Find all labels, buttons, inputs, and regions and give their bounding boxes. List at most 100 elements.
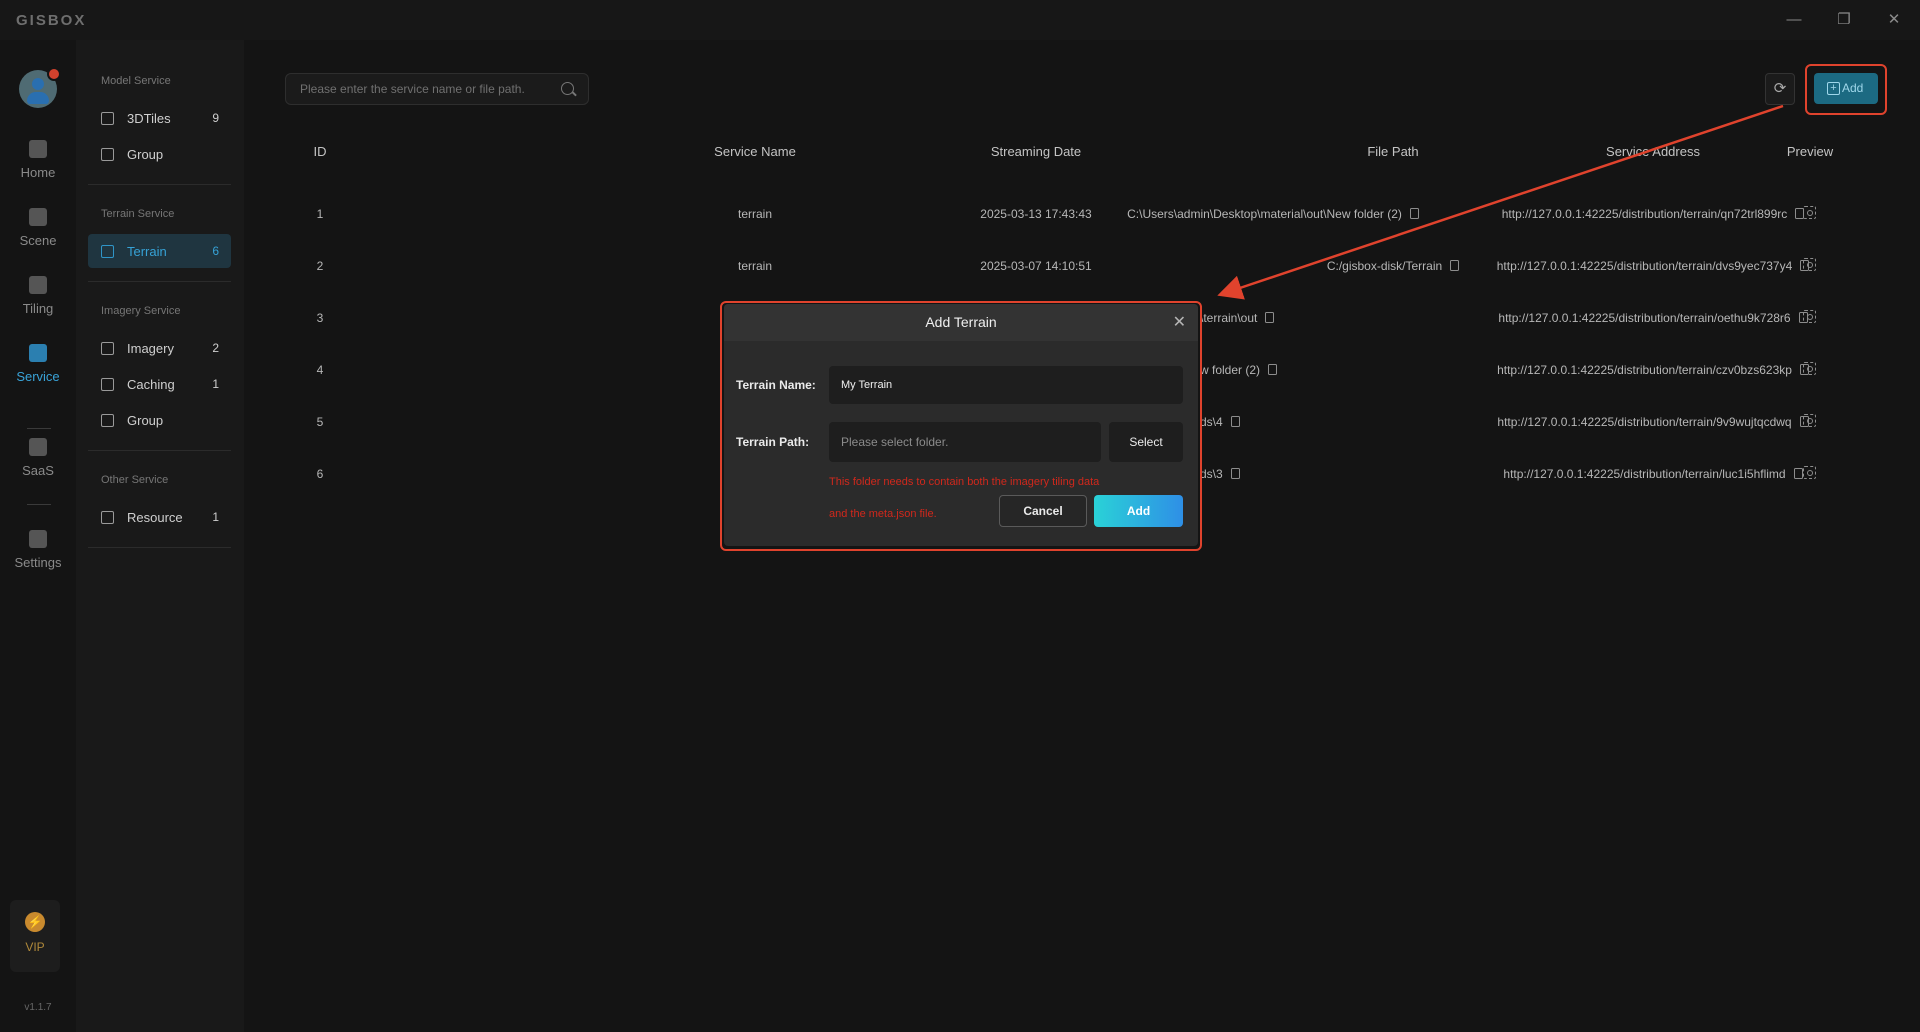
- nav-service[interactable]: Service: [0, 344, 76, 404]
- sidebar-item-label: Imagery: [127, 341, 174, 356]
- sidebar-item-terrain[interactable]: Terrain 6: [88, 234, 231, 268]
- sidebar-item-imagery-group[interactable]: Group: [88, 403, 231, 437]
- section-divider: [88, 184, 231, 185]
- avatar-head: [32, 78, 44, 90]
- sidebar-item-3dtiles[interactable]: 3DTiles 9: [88, 101, 231, 135]
- search-icon[interactable]: [561, 82, 574, 95]
- service-address-text: http://127.0.0.1:42225/distribution/terr…: [1501, 207, 1788, 221]
- cell-service-address: http://127.0.0.1:42225/distribution/terr…: [1453, 207, 1853, 221]
- copy-icon[interactable]: [1265, 312, 1275, 323]
- select-folder-button[interactable]: Select: [1109, 422, 1183, 462]
- vip-button[interactable]: ⚡ VIP: [10, 900, 60, 972]
- column-header-preview: Preview: [1786, 144, 1834, 159]
- avatar[interactable]: [19, 67, 61, 108]
- file-path-text: C:/gisbox-disk/Terrain: [1326, 259, 1443, 273]
- cell-service-address: http://127.0.0.1:42225/distribution/terr…: [1453, 259, 1853, 273]
- cell-id: 4: [316, 363, 324, 377]
- preview-icon[interactable]: [1803, 414, 1816, 427]
- copy-icon[interactable]: [1230, 416, 1240, 427]
- sidebar-item-label: Resource: [127, 510, 183, 525]
- section-title-imagery: Imagery Service: [101, 305, 181, 317]
- tiling-icon: [29, 276, 47, 294]
- section-divider: [88, 281, 231, 282]
- sidebar-item-label: 3DTiles: [127, 111, 171, 126]
- lightning-icon: ⚡: [25, 912, 45, 932]
- file-path-text: w folder (2): [1200, 363, 1261, 377]
- sidebar-item-label: Group: [127, 147, 164, 162]
- section-title-other: Other Service: [101, 474, 169, 486]
- dialog-title: Add Terrain: [925, 314, 997, 330]
- sidebar-item-resource[interactable]: Resource 1: [88, 500, 231, 534]
- avatar-body: [27, 92, 49, 104]
- add-terrain-button[interactable]: Add: [1094, 495, 1183, 527]
- sidebar-item-count: 1: [212, 510, 219, 524]
- saas-icon: [29, 438, 47, 456]
- column-header-service-name: Service Name: [714, 144, 796, 159]
- section-divider: [88, 450, 231, 451]
- nav-service-label: Service: [16, 369, 60, 384]
- column-header-file-path: File Path: [1367, 144, 1419, 159]
- settings-icon: [29, 530, 47, 548]
- table-row[interactable]: 2 terrain 2025-03-07 14:10:51 C:/gisbox-…: [244, 242, 1920, 294]
- sidebar-item-caching[interactable]: Caching 1: [88, 367, 231, 401]
- table-row[interactable]: 1 terrain 2025-03-13 17:43:43 C:\Users\a…: [244, 190, 1920, 242]
- sidebar-item-count: 2: [212, 341, 219, 355]
- cell-service-address: http://127.0.0.1:42225/distribution/terr…: [1453, 311, 1853, 325]
- cell-service-address: http://127.0.0.1:42225/distribution/terr…: [1453, 363, 1853, 377]
- preview-icon[interactable]: [1803, 362, 1816, 375]
- service-icon: [29, 344, 47, 362]
- terrain-path-label: Terrain Path:: [736, 435, 810, 449]
- add-button-highlight: [1805, 64, 1887, 115]
- section-title-model: Model Service: [101, 75, 171, 87]
- close-icon[interactable]: ✕: [1173, 312, 1186, 332]
- sidebar-item-count: 6: [212, 244, 219, 258]
- sidebar-item-imagery[interactable]: Imagery 2: [88, 331, 231, 365]
- sidebar-item-model-group[interactable]: Group: [88, 137, 231, 171]
- search-input[interactable]: [300, 74, 550, 104]
- cell-id: 2: [316, 259, 324, 273]
- copy-icon[interactable]: [1793, 468, 1803, 479]
- copy-icon[interactable]: [1268, 364, 1278, 375]
- primary-nav: Home Scene Tiling Service SaaS Settings …: [0, 40, 76, 1032]
- preview-icon[interactable]: [1803, 466, 1816, 479]
- cell-service-name: terrain: [737, 259, 772, 273]
- sidebar-item-count: 9: [212, 111, 219, 125]
- terrain-path-input[interactable]: [829, 422, 1101, 462]
- nav-tiling[interactable]: Tiling: [0, 276, 76, 336]
- app-logo: GISBOX: [16, 12, 87, 29]
- nav-home[interactable]: Home: [0, 140, 76, 200]
- copy-icon[interactable]: [1230, 468, 1240, 479]
- cell-service-name: terrain: [737, 207, 772, 221]
- nav-saas-label: SaaS: [22, 463, 54, 478]
- preview-icon[interactable]: [1803, 206, 1816, 219]
- sidebar-item-label: Group: [127, 413, 164, 428]
- scene-icon: [29, 208, 47, 226]
- service-address-text: http://127.0.0.1:42225/distribution/terr…: [1498, 311, 1791, 325]
- nav-settings[interactable]: Settings: [0, 530, 76, 590]
- nav-divider: [27, 504, 51, 505]
- minimize-icon[interactable]: —: [1780, 8, 1808, 32]
- cancel-button[interactable]: Cancel: [999, 495, 1087, 527]
- 3dtiles-icon: [101, 112, 114, 125]
- cell-id: 5: [316, 415, 324, 429]
- refresh-button[interactable]: ⟳: [1765, 73, 1795, 105]
- restore-icon[interactable]: ❐: [1830, 8, 1858, 32]
- section-divider: [88, 547, 231, 548]
- cell-id: 6: [316, 467, 324, 481]
- cell-streaming-date: 2025-03-07 14:10:51: [980, 259, 1092, 273]
- nav-divider: [27, 428, 51, 429]
- caching-icon: [101, 378, 114, 391]
- preview-icon[interactable]: [1803, 258, 1816, 271]
- service-address-text: http://127.0.0.1:42225/distribution/terr…: [1497, 363, 1792, 377]
- terrain-name-label: Terrain Name:: [736, 378, 816, 392]
- close-icon[interactable]: ✕: [1880, 8, 1908, 32]
- nav-saas[interactable]: SaaS: [0, 438, 76, 498]
- nav-home-label: Home: [20, 165, 56, 180]
- nav-scene[interactable]: Scene: [0, 208, 76, 268]
- copy-icon[interactable]: [1409, 208, 1419, 219]
- nav-scene-label: Scene: [19, 233, 57, 248]
- app-version: v1.1.7: [24, 1002, 52, 1013]
- preview-icon[interactable]: [1803, 310, 1816, 323]
- terrain-name-input[interactable]: [829, 366, 1183, 404]
- cell-id: 1: [316, 207, 324, 221]
